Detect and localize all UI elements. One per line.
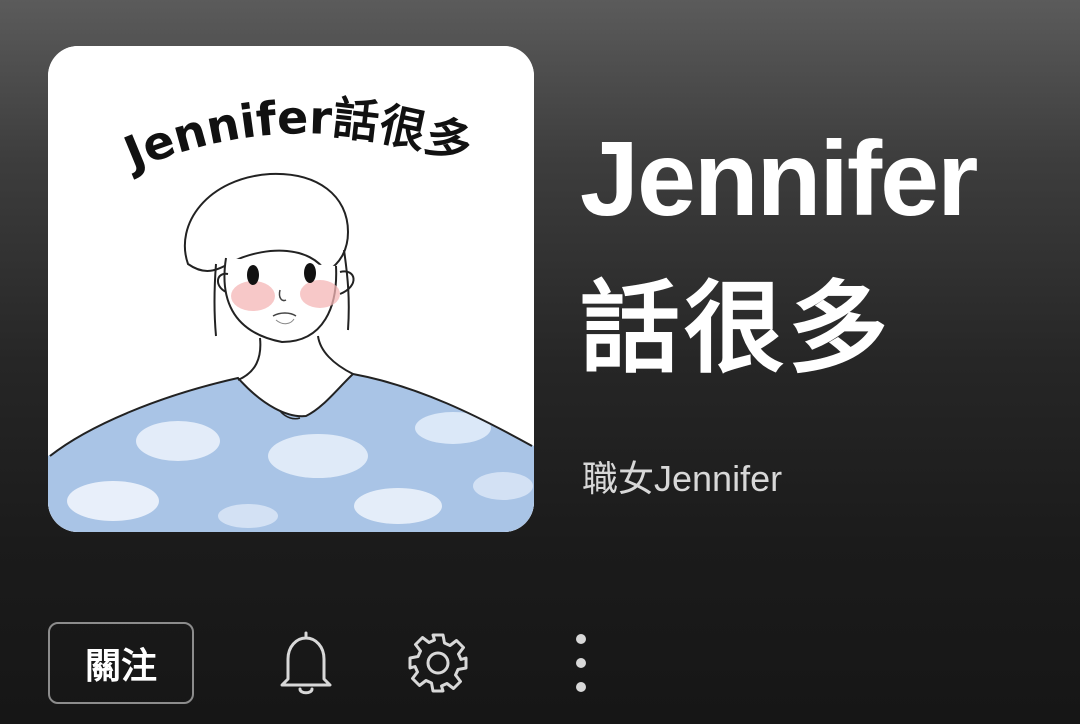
podcast-cover-art: Jennifer話很多 [48,46,534,532]
more-vertical-icon [576,634,586,692]
settings-button[interactable] [403,628,473,698]
podcast-title: Jennifer 話很多 [580,104,1060,404]
gear-icon [408,633,468,693]
podcast-author[interactable]: 職女Jennifer [582,450,782,502]
podcast-title-line-2: 話很多 [580,270,892,387]
cover-illustration [48,46,534,532]
more-options-button[interactable] [546,628,616,698]
follow-button[interactable]: 關注 [48,622,194,704]
notification-button[interactable] [271,628,341,698]
podcast-title-line-1: Jennifer [580,120,978,238]
bell-icon [280,631,332,695]
